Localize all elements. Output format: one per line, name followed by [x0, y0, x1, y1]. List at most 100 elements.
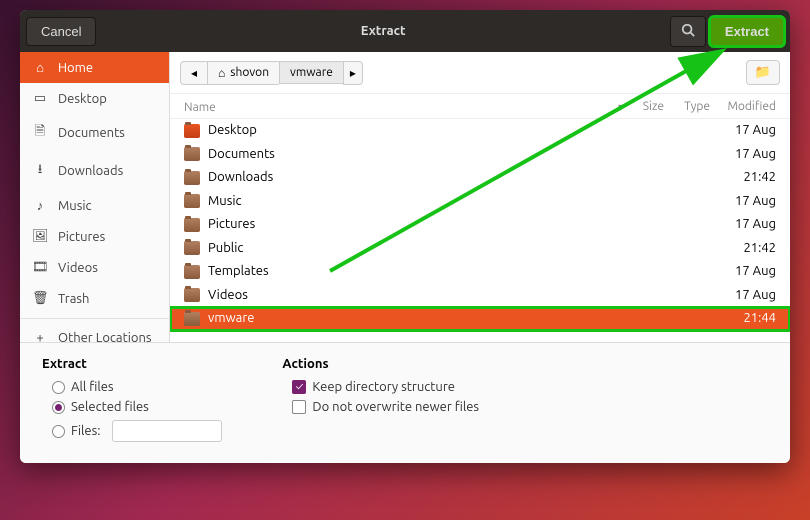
actions-heading: Actions — [282, 357, 479, 371]
radio-selected-files[interactable]: Selected files — [42, 397, 222, 417]
checkbox-no-overwrite[interactable]: Do not overwrite newer files — [282, 397, 479, 417]
titlebar: Cancel Extract Extract — [20, 10, 790, 52]
folder-icon — [184, 147, 200, 161]
new-folder-button[interactable]: 📁 — [746, 60, 780, 85]
dialog-title: Extract — [96, 24, 669, 38]
file-row[interactable]: Music 17 Aug — [170, 190, 790, 214]
file-row[interactable]: Templates 17 Aug — [170, 260, 790, 284]
file-row[interactable]: Desktop 17 Aug — [170, 119, 790, 143]
checkbox-keep-structure[interactable]: ✓ Keep directory structure — [282, 377, 479, 397]
folder-icon — [184, 171, 200, 185]
file-name: Videos — [208, 286, 716, 306]
sidebar-item-pictures[interactable]: 🖼 Pictures — [20, 221, 169, 252]
radio-label: Selected files — [71, 400, 149, 414]
pathbar: ◂ ⌂ shovon vmware ▸ 📁 — [170, 52, 790, 94]
sidebar-item-label: Desktop — [58, 92, 107, 106]
radio-icon — [52, 381, 65, 394]
home-icon: ⌂ — [218, 66, 225, 80]
file-modified: 21:44 — [716, 309, 776, 329]
folder-icon — [184, 124, 200, 138]
file-name: Downloads — [208, 168, 716, 188]
file-row[interactable]: Public 21:42 — [170, 237, 790, 261]
file-name: Music — [208, 192, 716, 212]
file-row[interactable]: Videos 17 Aug — [170, 284, 790, 308]
sidebar-item-videos[interactable]: 🎞 Videos — [20, 252, 169, 283]
column-modified[interactable]: Modified — [716, 100, 776, 114]
sidebar-item-music[interactable]: ♪ Music — [20, 190, 169, 221]
sidebar-item-label: Other Locations — [58, 331, 152, 345]
file-name: Templates — [208, 262, 716, 282]
sidebar-separator — [20, 318, 169, 319]
file-row-selected[interactable]: vmware 21:44 — [170, 307, 790, 331]
folder-icon — [184, 241, 200, 255]
folder-icon — [184, 288, 200, 302]
sidebar-item-documents[interactable]: 🗎 Documents — [20, 114, 169, 152]
path-segment-current[interactable]: vmware — [279, 61, 343, 84]
file-name: Desktop — [208, 121, 716, 141]
sidebar-item-label: Documents — [58, 126, 125, 140]
cancel-button[interactable]: Cancel — [26, 17, 96, 46]
path-back-button[interactable]: ◂ — [180, 61, 207, 85]
file-modified: 21:42 — [716, 168, 776, 188]
search-icon — [681, 25, 695, 40]
search-button[interactable] — [670, 16, 706, 47]
column-type[interactable]: Type — [670, 100, 710, 114]
file-modified: 17 Aug — [716, 121, 776, 141]
documents-icon: 🗎 — [32, 122, 48, 144]
files-pattern-input[interactable] — [112, 420, 222, 442]
file-modified: 17 Aug — [716, 215, 776, 235]
checkbox-icon — [292, 400, 306, 414]
path-segment-label: vmware — [290, 66, 333, 79]
file-modified: 17 Aug — [716, 286, 776, 306]
radio-label: Files: — [71, 424, 100, 438]
folder-icon — [184, 218, 200, 232]
file-name: Pictures — [208, 215, 716, 235]
radio-label: All files — [71, 380, 114, 394]
chevron-left-icon: ◂ — [191, 66, 197, 80]
sidebar-item-label: Music — [58, 199, 92, 213]
sidebar-item-home[interactable]: ⌂ Home — [20, 52, 169, 83]
chevron-right-icon: ▸ — [350, 66, 356, 80]
column-size[interactable]: Size — [624, 100, 664, 114]
column-name[interactable]: Name ▾ — [184, 100, 624, 114]
radio-all-files[interactable]: All files — [42, 377, 222, 397]
file-modified: 17 Aug — [716, 262, 776, 282]
sidebar-item-label: Pictures — [58, 230, 105, 244]
checkbox-icon: ✓ — [292, 380, 306, 394]
trash-icon: 🗑 — [32, 291, 48, 306]
sidebar: ⌂ Home ▭ Desktop 🗎 Documents ⭳ Downloads… — [20, 52, 170, 342]
file-modified: 17 Aug — [716, 192, 776, 212]
options-panel: Extract All files Selected files Files: … — [20, 342, 790, 463]
path-forward-button[interactable]: ▸ — [343, 61, 363, 85]
file-modified: 17 Aug — [716, 145, 776, 165]
extract-button[interactable]: Extract — [710, 17, 784, 46]
folder-icon — [184, 312, 200, 326]
sidebar-item-trash[interactable]: 🗑 Trash — [20, 283, 169, 314]
path-segment-label: shovon — [230, 66, 269, 79]
file-row[interactable]: Pictures 17 Aug — [170, 213, 790, 237]
folder-icon — [184, 265, 200, 279]
file-modified: 21:42 — [716, 239, 776, 259]
checkbox-label: Keep directory structure — [312, 380, 455, 394]
sidebar-item-desktop[interactable]: ▭ Desktop — [20, 83, 169, 114]
path-segment-home[interactable]: ⌂ shovon — [207, 61, 279, 85]
extract-heading: Extract — [42, 357, 222, 371]
file-name: vmware — [208, 309, 716, 329]
file-row[interactable]: Downloads 21:42 — [170, 166, 790, 190]
extract-dialog: Cancel Extract Extract ⌂ Home ▭ Desktop … — [20, 10, 790, 463]
column-headers: Name ▾ Size Type Modified — [170, 94, 790, 119]
radio-files-pattern[interactable]: Files: — [42, 417, 222, 445]
folder-icon — [184, 194, 200, 208]
downloads-icon: ⭳ — [32, 160, 48, 182]
sidebar-item-other-locations[interactable]: + Other Locations — [20, 323, 169, 353]
pictures-icon: 🖼 — [32, 229, 48, 244]
sidebar-item-label: Home — [58, 61, 93, 75]
videos-icon: 🎞 — [32, 260, 48, 275]
actions-options: Actions ✓ Keep directory structure Do no… — [282, 357, 479, 445]
main-panel: ◂ ⌂ shovon vmware ▸ 📁 Name — [170, 52, 790, 342]
file-row[interactable]: Documents 17 Aug — [170, 143, 790, 167]
sidebar-item-label: Videos — [58, 261, 98, 275]
file-list: Desktop 17 Aug Documents 17 Aug Download… — [170, 119, 790, 342]
new-folder-icon: 📁 — [755, 65, 771, 79]
sidebar-item-downloads[interactable]: ⭳ Downloads — [20, 152, 169, 190]
